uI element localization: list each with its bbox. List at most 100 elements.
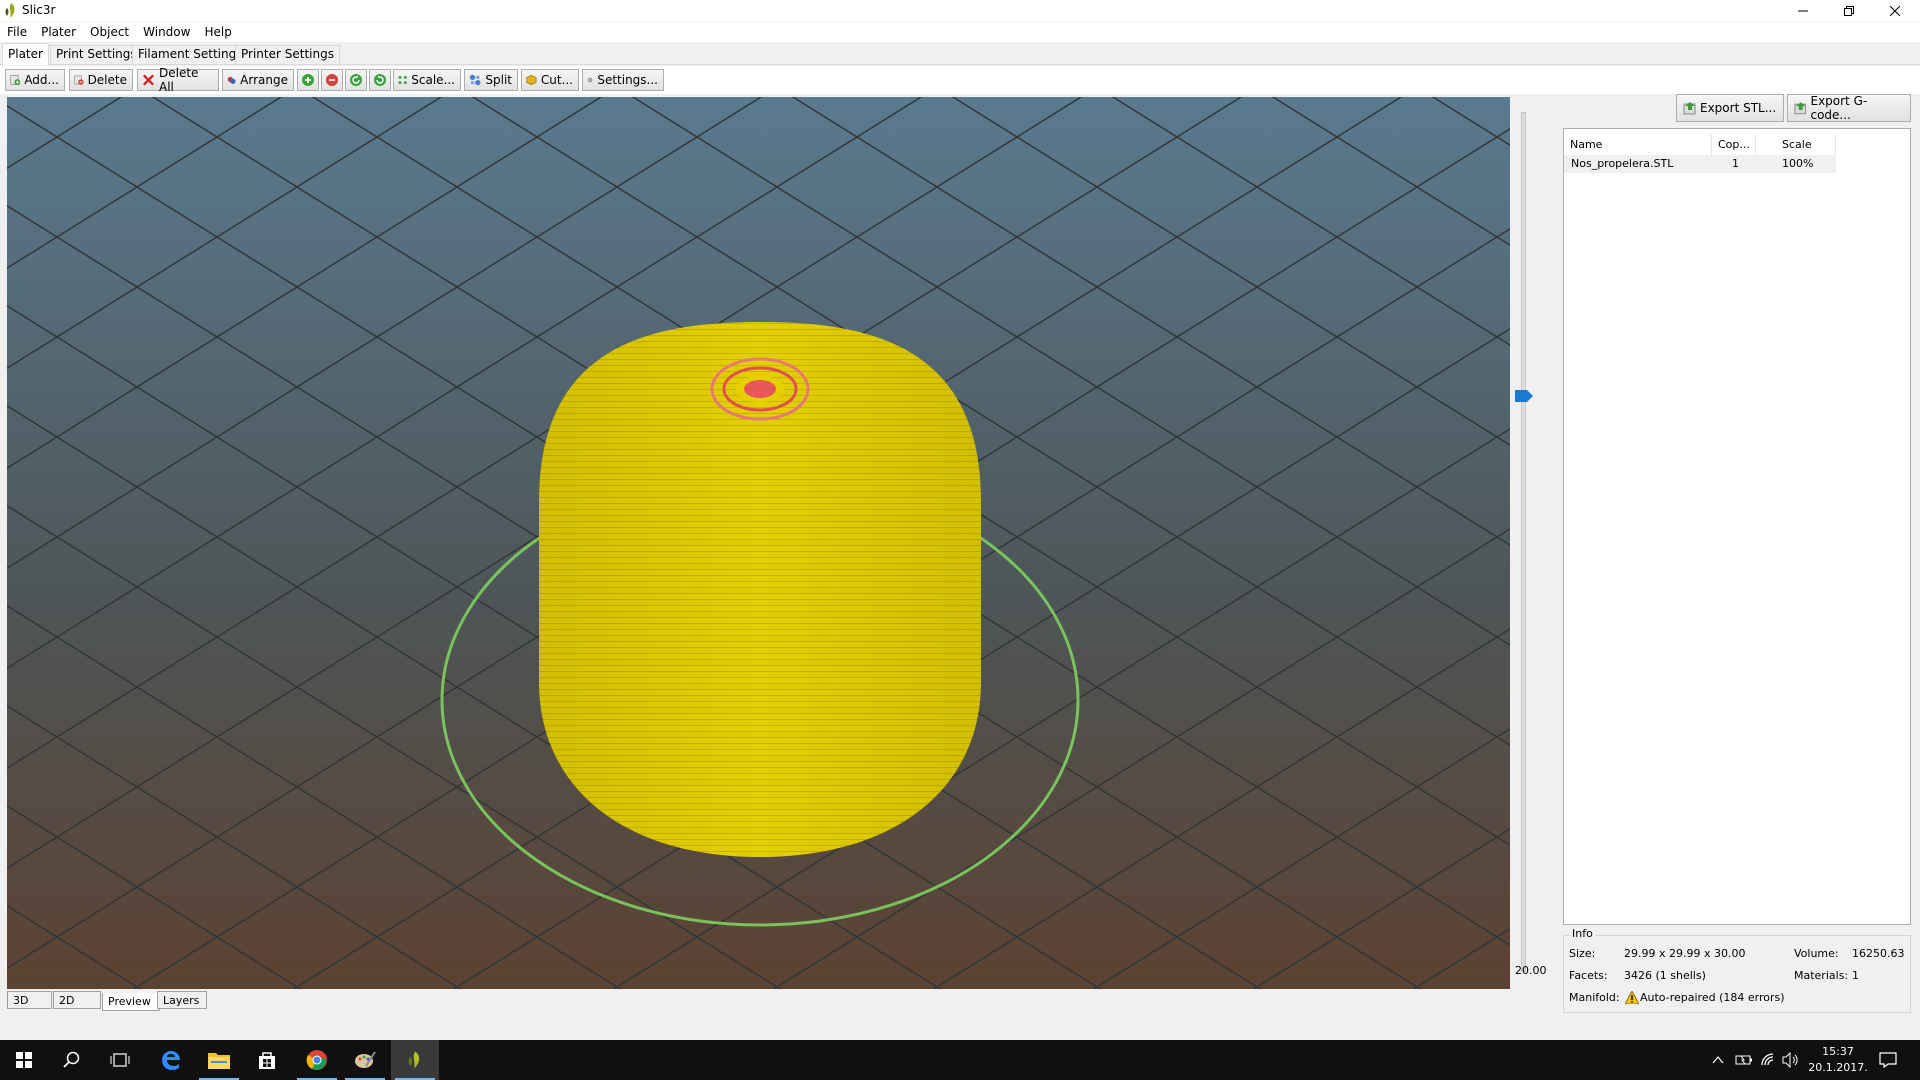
cross-icon (143, 74, 154, 86)
volume-label: Volume: (1794, 947, 1839, 960)
tab-2d[interactable]: 2D (53, 991, 101, 1009)
volume-icon[interactable] (1782, 1052, 1800, 1068)
preview-scene (7, 97, 1510, 989)
layer-height-value: 20.00 (1515, 964, 1547, 977)
notifications-icon[interactable] (1879, 1052, 1897, 1068)
clock-time: 15:37 (1822, 1045, 1854, 1058)
rotate-left-button[interactable] (345, 69, 367, 91)
taskbar-app-chrome[interactable] (293, 1040, 341, 1080)
search-button[interactable] (48, 1040, 96, 1080)
facets-value: 3426 (1 shells) (1624, 969, 1706, 982)
add-object-icon (10, 75, 21, 86)
settings-button[interactable]: Settings... (582, 69, 664, 91)
manifold-value: Auto-repaired (184 errors) (1640, 991, 1785, 1004)
minimize-button[interactable] (1780, 0, 1826, 21)
object-copies: 1 (1732, 157, 1739, 170)
info-legend: Info (1570, 927, 1595, 940)
export-icon (1683, 102, 1696, 115)
slic3r-logo-icon (5, 3, 15, 18)
warning-icon (1625, 991, 1639, 1004)
taskbar-app-paint[interactable] (341, 1040, 389, 1080)
menu-help[interactable]: Help (197, 22, 238, 42)
add-button-label: Add... (24, 73, 59, 87)
menu-bar: File Plater Object Window Help (0, 22, 1920, 42)
close-button[interactable] (1872, 0, 1918, 21)
decrease-copies-button[interactable] (321, 69, 343, 91)
menu-object[interactable]: Object (83, 22, 136, 42)
export-stl-label: Export STL... (1700, 101, 1777, 115)
menu-file[interactable]: File (0, 22, 34, 42)
arrange-button[interactable]: Arrange (222, 69, 294, 91)
task-view-button[interactable] (96, 1040, 144, 1080)
arrange-icon (227, 76, 236, 84)
column-header-name[interactable]: Name (1564, 134, 1712, 156)
gear-icon (587, 77, 593, 83)
clock-date: 20.1.2017. (1808, 1061, 1868, 1074)
windows-logo-icon (16, 1052, 32, 1068)
plus-circle-icon (302, 74, 314, 86)
export-gcode-button[interactable]: Export G-code... (1787, 94, 1911, 122)
chrome-browser-icon (306, 1050, 327, 1070)
menu-plater[interactable]: Plater (34, 22, 83, 42)
object-list[interactable]: Name Cop... Scale Nos_propelera.STL 1 10… (1563, 128, 1911, 925)
rotate-ccw-icon (350, 74, 362, 86)
title-bar: Slic3r (0, 0, 1920, 21)
facets-label: Facets: (1569, 969, 1608, 982)
task-view-icon (110, 1053, 130, 1067)
edge-browser-icon (162, 1051, 180, 1070)
tab-filament-settings[interactable]: Filament Settings (132, 45, 249, 64)
battery-icon[interactable] (1735, 1053, 1753, 1067)
delete-button[interactable]: Delete (69, 69, 133, 91)
layer-slider-track[interactable] (1521, 112, 1526, 972)
tab-3d[interactable]: 3D (7, 991, 52, 1009)
preview-canvas[interactable] (7, 97, 1510, 989)
restore-icon (1844, 5, 1854, 16)
add-button[interactable]: Add... (5, 69, 65, 91)
store-bag-icon (259, 1052, 275, 1069)
tab-print-settings[interactable]: Print Settings (50, 45, 143, 64)
tab-layers[interactable]: Layers (157, 991, 207, 1009)
minimize-icon (1798, 10, 1808, 11)
menu-window[interactable]: Window (136, 22, 197, 42)
delete-all-button[interactable]: Delete All (137, 66, 219, 94)
table-row[interactable]: Nos_propelera.STL 1 100% (1564, 155, 1836, 173)
settings-button-label: Settings... (597, 73, 658, 87)
folder-icon (208, 1053, 230, 1069)
size-label: Size: (1569, 947, 1596, 960)
export-gcode-label: Export G-code... (1810, 94, 1868, 122)
split-button-label: Split (485, 73, 512, 87)
taskbar-app-file-explorer[interactable] (195, 1040, 243, 1080)
system-clock[interactable]: 15:37 20.1.2017. (1808, 1044, 1868, 1076)
split-button[interactable]: Split (464, 69, 518, 91)
rotate-cw-icon (374, 74, 386, 86)
taskbar-app-store[interactable] (243, 1040, 291, 1080)
cut-button-label: Cut... (540, 73, 573, 87)
cut-button[interactable]: Cut... (521, 69, 579, 91)
cut-icon (526, 74, 537, 86)
paint-palette-icon (355, 1051, 376, 1068)
column-header-scale[interactable]: Scale (1756, 134, 1836, 156)
restore-button[interactable] (1826, 0, 1872, 21)
materials-value: 1 (1852, 969, 1859, 982)
manifold-label: Manifold: (1569, 991, 1620, 1004)
rotate-right-button[interactable] (369, 69, 391, 91)
volume-value: 16250.63 (1852, 947, 1905, 960)
tab-preview[interactable]: Preview (102, 993, 160, 1011)
export-stl-button[interactable]: Export STL... (1676, 94, 1784, 122)
taskbar-app-edge[interactable] (147, 1040, 195, 1080)
chevron-up-icon[interactable] (1712, 1055, 1724, 1065)
tab-plater[interactable]: Plater (2, 43, 49, 65)
windows-taskbar: 15:37 20.1.2017. (0, 1040, 1920, 1080)
tab-printer-settings[interactable]: Printer Settings (235, 45, 340, 64)
wifi-icon[interactable] (1760, 1052, 1776, 1068)
column-header-copies[interactable]: Cop... (1712, 134, 1756, 156)
taskbar-app-slic3r[interactable] (391, 1040, 439, 1080)
scale-button[interactable]: Scale... (393, 69, 461, 91)
layer-slider-thumb[interactable] (1515, 390, 1533, 402)
delete-object-icon (74, 75, 84, 85)
increase-copies-button[interactable] (297, 69, 319, 91)
slic3r-logo-icon (408, 1051, 420, 1069)
start-button[interactable] (0, 1040, 48, 1080)
arrange-button-label: Arrange (240, 73, 288, 87)
delete-all-button-label: Delete All (159, 66, 199, 94)
